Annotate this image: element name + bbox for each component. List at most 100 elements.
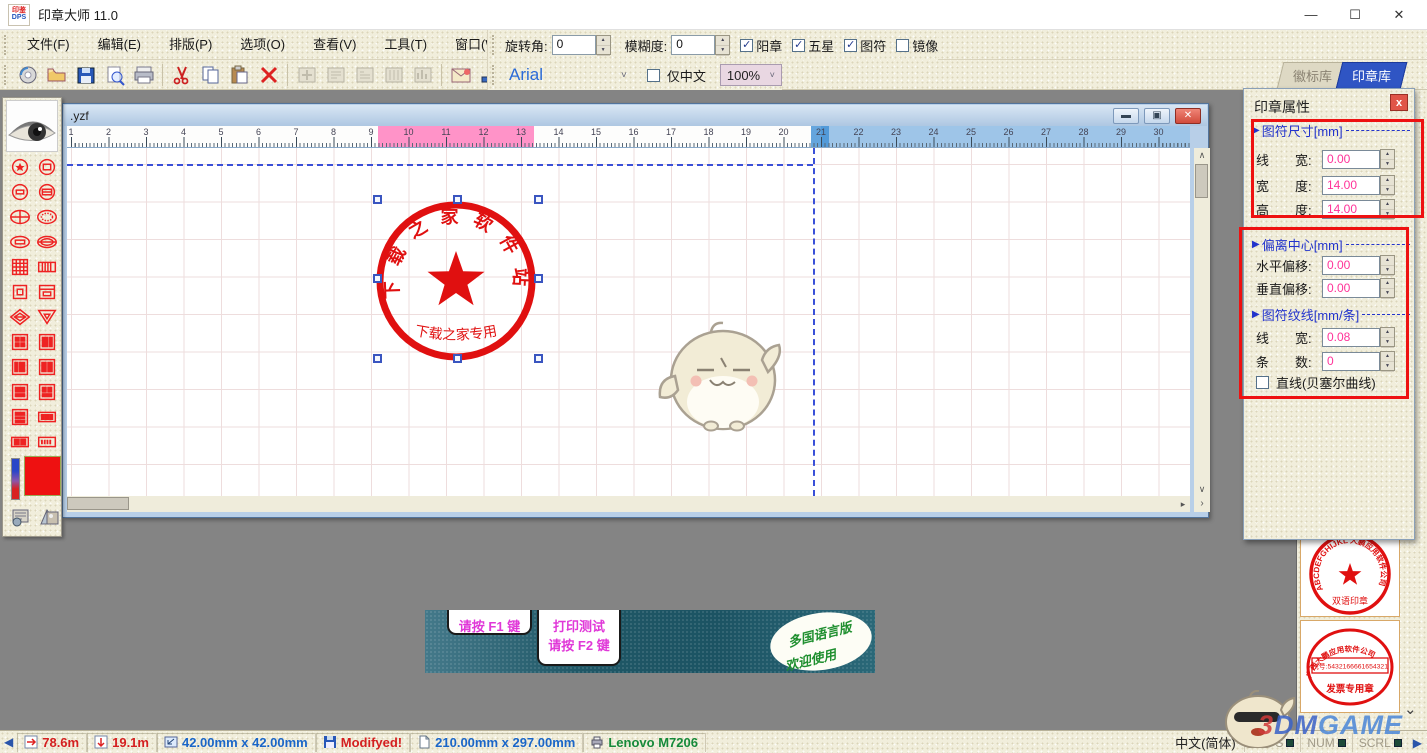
align-expand-icon[interactable] [293,63,320,87]
doc-minimize-button[interactable]: ▬ [1113,108,1139,124]
rect-two-bars-seal-icon[interactable] [8,431,32,453]
align-chart-icon[interactable] [409,63,436,87]
horizontal-scrollbar[interactable]: ▸ [67,496,1190,512]
save-file-icon[interactable] [72,63,99,87]
doc-restore-button[interactable]: ▣ [1144,108,1170,124]
rotate-input[interactable]: 0 [551,35,596,55]
seal-object[interactable]: 下载之家软件站 下载之家专用 [362,188,562,373]
rect-dots-seal-icon[interactable] [35,256,59,278]
status-nav-right-icon[interactable]: ▶ [1408,736,1427,750]
copy-icon[interactable] [197,63,224,87]
align-indent-icon[interactable] [351,63,378,87]
property-input[interactable]: 0.00 [1322,278,1380,298]
selection-handle[interactable] [373,274,382,283]
ellipse-rings-seal-icon[interactable] [35,231,59,253]
checkbox[interactable] [896,38,910,52]
selection-handle[interactable] [534,274,543,283]
document-title-bar[interactable]: .yzf ▬ ▣ ✕ [64,105,1207,126]
selection-handle[interactable] [453,195,462,204]
doc-close-button[interactable]: ✕ [1175,108,1201,124]
circle-square-seal-icon[interactable] [35,156,59,178]
delete-icon[interactable] [255,63,282,87]
library-stamp-invoice[interactable]: 广西大鹏应用软件公司 税号:5432166661654321 发票专用章 [1300,620,1400,713]
dialog-close-button[interactable]: x [1390,94,1408,111]
triangle-seal-icon[interactable] [35,306,59,328]
square-right-split-seal-icon[interactable] [35,331,59,353]
menu-item[interactable]: 排版(P) [155,31,226,59]
cut-icon[interactable] [168,63,195,87]
print-icon[interactable] [130,63,157,87]
menu-item[interactable]: 查看(V) [299,31,370,59]
square-top-cells-seal-icon[interactable] [35,381,59,403]
selection-handle[interactable] [534,195,543,204]
zoom-select[interactable]: 100% ˅ [719,64,782,86]
current-color-swatch[interactable] [24,456,61,496]
scroll-up-icon[interactable]: ∧ [1195,148,1209,162]
checkbox[interactable]: ✓ [844,38,858,52]
library-stamp-bilingual[interactable]: ABCDEFGHIJKL 大鹏应用软件公司 双语印章 [1300,527,1400,617]
scroll-right-icon[interactable]: ▸ [1176,497,1190,511]
scroll-down-icon[interactable]: ∨ [1195,482,1209,496]
minimize-button[interactable]: — [1289,0,1333,30]
menu-item[interactable]: 文件(F) [13,31,84,59]
only-chinese-checkbox[interactable] [646,68,660,82]
ellipse-quad-seal-icon[interactable] [8,206,32,228]
bezier-checkbox[interactable] [1256,375,1269,389]
square-frame-seal-icon[interactable] [8,281,32,303]
property-input[interactable]: 0.08 [1322,327,1380,347]
blur-input[interactable]: 0 [671,35,716,55]
menu-item[interactable]: 编辑(E) [84,31,155,59]
property-stepper[interactable]: ▲ ▼ [1380,327,1395,348]
rect-bars-small-seal-icon[interactable] [35,406,59,428]
square-left-split-seal-icon[interactable] [8,356,32,378]
property-stepper[interactable]: ▲ ▼ [1380,278,1395,299]
menu-item[interactable]: 选项(O) [226,31,299,59]
property-stepper[interactable]: ▲ ▼ [1380,149,1395,170]
square-bottom-bar-seal-icon[interactable] [8,381,32,403]
design-canvas[interactable]: 下载之家软件站 下载之家专用 [67,148,1190,496]
square-two-columns-seal-icon[interactable] [35,356,59,378]
hscroll-thumb[interactable] [67,497,129,510]
selection-handle[interactable] [534,354,543,363]
font-dropdown-icon[interactable]: ˅ [621,70,627,81]
selection-handle[interactable] [453,354,462,363]
print-settings-icon[interactable] [11,506,35,528]
selection-handle[interactable] [373,354,382,363]
ellipse-bar-seal-icon[interactable] [8,231,32,253]
property-input[interactable]: 14.00 [1322,175,1380,195]
vscroll-thumb[interactable] [1195,164,1208,198]
rotate-stepper[interactable]: ▲ ▼ [595,35,611,56]
image-export-icon[interactable] [37,506,61,528]
menu-item[interactable]: 工具(T) [370,31,441,59]
selection-handle[interactable] [373,195,382,204]
diamond-seal-icon[interactable] [8,306,32,328]
property-stepper[interactable]: ▲ ▼ [1380,199,1395,220]
status-nav-left-icon[interactable]: ◀ [0,735,17,749]
export-image-icon[interactable] [447,63,474,87]
tab-seal-library[interactable]: 印章库 [1335,62,1408,89]
square-grid-seal-icon[interactable] [8,256,32,278]
vertical-scrollbar[interactable]: ∧ ∨ [1194,148,1210,496]
square-four-cells-seal-icon[interactable] [8,331,32,353]
property-input[interactable]: 0.00 [1322,149,1380,169]
paste-icon[interactable] [226,63,253,87]
align-columns-icon[interactable] [380,63,407,87]
close-button[interactable]: ✕ [1377,0,1421,30]
blur-stepper[interactable]: ▲ ▼ [715,35,731,56]
property-stepper[interactable]: ▲ ▼ [1380,351,1395,372]
checkbox[interactable]: ✓ [792,38,806,52]
square-title-seal-icon[interactable] [35,281,59,303]
maximize-button[interactable]: ☐ [1333,0,1377,30]
align-lines-icon[interactable] [322,63,349,87]
property-input[interactable]: 14.00 [1322,199,1380,219]
property-stepper[interactable]: ▲ ▼ [1380,255,1395,276]
new-document-icon[interactable] [14,63,41,87]
font-select[interactable]: Arial [501,65,621,85]
checkbox[interactable]: ✓ [740,38,754,52]
resize-grip[interactable]: › [1194,496,1210,512]
print-preview-icon[interactable] [101,63,128,87]
circle-double-bar-seal-icon[interactable] [35,181,59,203]
rect-five-bars-seal-icon[interactable] [35,431,59,453]
open-file-icon[interactable] [43,63,70,87]
property-stepper[interactable]: ▲ ▼ [1380,175,1395,196]
